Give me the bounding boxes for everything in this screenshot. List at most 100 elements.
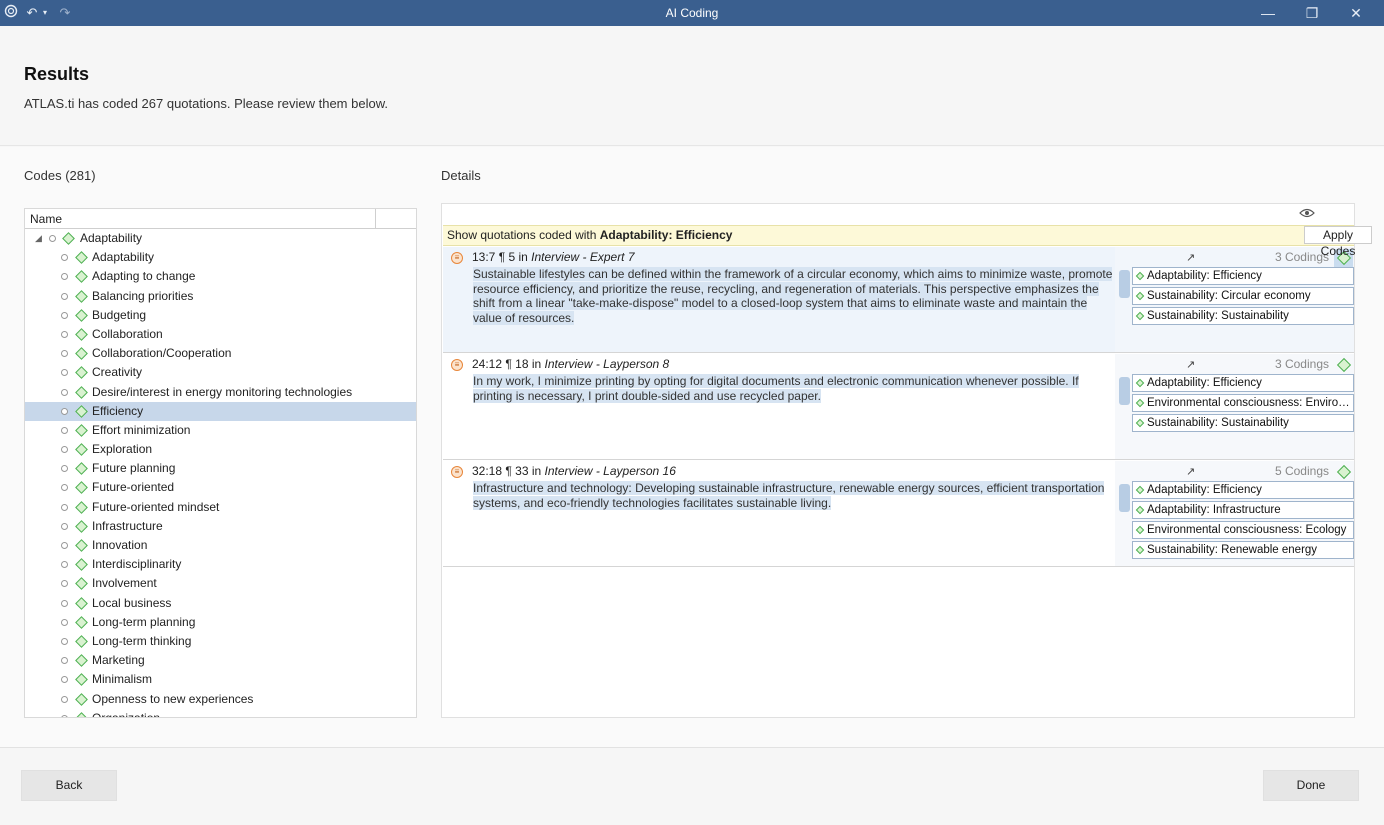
tree-item-label: Future planning (92, 461, 176, 476)
tree-item[interactable]: Future planning (25, 459, 416, 478)
code-icon (75, 558, 88, 572)
check-circle-icon[interactable] (61, 273, 68, 281)
tree-item[interactable]: Collaboration (25, 325, 416, 344)
code-icon (75, 711, 88, 717)
codings-count: 5 Codings (1274, 464, 1329, 478)
quotation-text-content: In my work, I minimize printing by optin… (473, 374, 1079, 403)
tree-item[interactable]: Involvement (25, 574, 416, 593)
tree-item[interactable]: Adapting to change (25, 267, 416, 286)
tree-item[interactable]: Collaboration/Cooperation (25, 344, 416, 363)
tree-item-label: Collaboration (92, 326, 163, 341)
code-icon (75, 404, 88, 418)
collapse-arrow-icon[interactable]: ◢ (35, 229, 42, 248)
check-circle-icon[interactable] (61, 484, 68, 492)
document-name: Interview - Layperson 8 (544, 357, 670, 371)
check-circle-icon[interactable] (61, 330, 68, 338)
code-chip[interactable]: Sustainability: Sustainability (1132, 307, 1354, 325)
code-chip[interactable]: Environmental consciousness: Ecology (1132, 521, 1354, 539)
quotation-text[interactable]: In my work, I minimize printing by optin… (473, 374, 1113, 403)
minimize-icon[interactable]: — (1246, 0, 1290, 26)
check-circle-icon[interactable] (61, 407, 68, 415)
code-chip[interactable]: Adaptability: Efficiency (1132, 267, 1354, 285)
tree-item[interactable]: Interdisciplinarity (25, 555, 416, 574)
check-circle-icon[interactable] (61, 503, 68, 511)
tree-item[interactable]: Innovation (25, 536, 416, 555)
tree-item[interactable]: Exploration (25, 440, 416, 459)
eye-icon[interactable] (1299, 207, 1315, 221)
tree-item[interactable]: Budgeting (25, 306, 416, 325)
tree-item[interactable]: Marketing (25, 651, 416, 670)
tree-group-adaptability[interactable]: ◢ Adaptability (25, 229, 416, 248)
quotation-text[interactable]: Sustainable lifestyles can be defined wi… (473, 267, 1113, 325)
check-circle-icon[interactable] (61, 522, 68, 530)
close-icon[interactable]: ✕ (1334, 0, 1378, 26)
codes-column-header[interactable]: Name (25, 209, 416, 229)
tree-item[interactable]: Openness to new experiences (25, 690, 416, 709)
code-chip[interactable]: Adaptability: Infrastructure (1132, 501, 1354, 519)
text-scroll-indicator[interactable] (1119, 270, 1130, 298)
check-circle-icon[interactable] (61, 637, 68, 645)
check-circle-icon[interactable] (61, 676, 68, 684)
code-chip[interactable]: Sustainability: Circular economy (1132, 287, 1354, 305)
check-circle-icon[interactable] (61, 465, 68, 473)
done-button[interactable]: Done (1263, 770, 1359, 801)
quotation-row[interactable]: ≡ 13:7 ¶ 5 in Interview - Expert 7 Sustain… (443, 247, 1354, 353)
back-button[interactable]: Back (21, 770, 117, 801)
check-circle-icon[interactable] (61, 618, 68, 626)
expand-arrow-icon[interactable]: ↗ (1186, 251, 1195, 264)
check-circle-icon[interactable] (49, 235, 56, 242)
text-scroll-indicator[interactable] (1119, 484, 1130, 512)
check-circle-icon[interactable] (61, 657, 68, 665)
check-circle-icon[interactable] (61, 542, 68, 549)
tree-item[interactable]: Long-term planning (25, 613, 416, 632)
codes-tree[interactable]: Name ◢ Adaptability Adaptability Adapting… (24, 208, 417, 718)
tree-item[interactable]: Infrastructure (25, 517, 416, 536)
check-circle-icon[interactable] (61, 254, 68, 262)
check-circle-icon[interactable] (61, 292, 68, 300)
check-circle-icon[interactable] (61, 350, 68, 358)
text-scroll-indicator[interactable] (1119, 377, 1130, 405)
check-circle-icon[interactable] (61, 311, 68, 319)
code-icon (75, 577, 88, 591)
tree-item[interactable]: Balancing priorities (25, 287, 416, 306)
apply-codes-button[interactable]: Apply Codes (1304, 226, 1372, 258)
tree-item[interactable]: Adaptability (25, 248, 416, 267)
code-chip[interactable]: Sustainability: Sustainability (1132, 414, 1354, 432)
check-circle-icon[interactable] (61, 369, 68, 377)
code-chip[interactable]: Sustainability: Renewable energy (1132, 541, 1354, 559)
code-chip[interactable]: Adaptability: Efficiency (1132, 481, 1354, 499)
column-separator[interactable] (375, 209, 376, 228)
check-circle-icon[interactable] (61, 446, 68, 454)
quotation-row[interactable]: ≡ 24:12 ¶ 18 in Interview - Layperson 8 In… (443, 354, 1354, 460)
code-icon (75, 424, 88, 437)
check-circle-icon[interactable] (61, 695, 68, 703)
expand-arrow-icon[interactable]: ↗ (1186, 358, 1195, 371)
tree-item[interactable]: Long-term thinking (25, 632, 416, 651)
check-circle-icon[interactable] (61, 714, 68, 717)
tree-item[interactable]: Future-oriented (25, 478, 416, 497)
tree-item[interactable]: Future-oriented mindset (25, 498, 416, 517)
details-panel: Show quotations coded with Adaptability:… (441, 203, 1355, 718)
tree-item[interactable]: Desire/interest in energy monitoring tec… (25, 383, 416, 402)
code-icon (75, 347, 88, 360)
quotation-icon: ≡ (451, 252, 463, 264)
quotation-row[interactable]: ≡ 32:18 ¶ 33 in Interview - Layperson 16 I… (443, 461, 1354, 567)
check-circle-icon[interactable] (61, 599, 68, 607)
quotation-text[interactable]: Infrastructure and technology: Developin… (473, 481, 1113, 510)
code-chip[interactable]: Environmental consciousness: Environm... (1132, 394, 1354, 412)
tree-item[interactable]: Effort minimization (25, 421, 416, 440)
tree-item[interactable]: Creativity (25, 363, 416, 382)
code-chip[interactable]: Adaptability: Efficiency (1132, 374, 1354, 392)
restore-icon[interactable]: ❐ (1290, 0, 1334, 26)
check-circle-icon[interactable] (61, 580, 68, 588)
tree-item[interactable]: Minimalism (25, 670, 416, 689)
check-circle-icon[interactable] (61, 388, 68, 396)
quotation-id: 32:18 ¶ 33 in (472, 464, 545, 478)
check-circle-icon[interactable] (61, 426, 68, 434)
tree-item[interactable]: Local business (25, 594, 416, 613)
check-circle-icon[interactable] (61, 561, 68, 569)
tree-item[interactable]: Efficiency (25, 401, 416, 421)
expand-arrow-icon[interactable]: ↗ (1186, 465, 1195, 478)
tree-item[interactable]: Organization (25, 709, 416, 717)
tree-item-label: Collaboration/Cooperation (92, 346, 232, 361)
